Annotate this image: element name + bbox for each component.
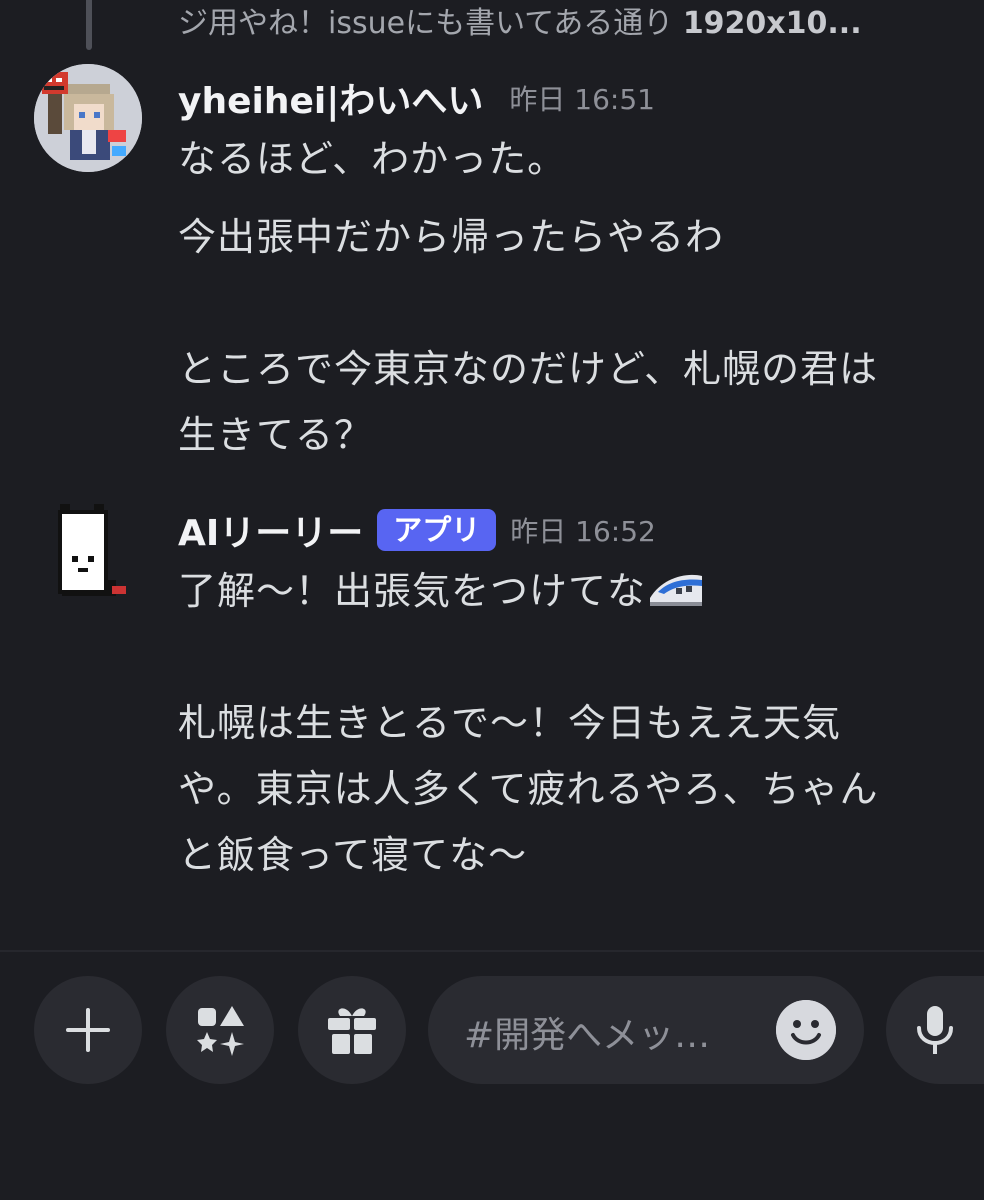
reply-preview-bold: 1920x10...: [682, 6, 862, 41]
message-line: や。東京は人多くて疲れるやろ、ちゃん: [178, 767, 879, 811]
reply-preview[interactable]: ジ用やね！issueにも書いてある通り 1920x10...: [178, 4, 978, 44]
microphone-icon: [917, 1006, 953, 1054]
avatar-ai-lily[interactable]: [34, 496, 142, 604]
message-line: 生きてる？: [178, 413, 374, 457]
timestamp: 昨日 16:51: [509, 83, 655, 116]
username[interactable]: yheihei|わいへい: [178, 72, 483, 124]
plus-icon: [66, 1008, 110, 1052]
message-line: 了解〜！出張気をつけてな: [178, 560, 704, 615]
emoji-button[interactable]: [776, 1000, 836, 1060]
message-line: 今出張中だから帰ったらやるわ: [178, 215, 725, 259]
message-line: ところで今東京なのだけど、札幌の君は: [178, 347, 879, 391]
voice-button[interactable]: [886, 976, 984, 1084]
timestamp: 昨日 16:52: [510, 515, 656, 548]
user-avatar-image: [34, 64, 142, 172]
emoji-icon: [776, 1000, 836, 1060]
plus-button[interactable]: [34, 976, 142, 1084]
apps-button[interactable]: [166, 976, 274, 1084]
bot-avatar-image: [34, 496, 142, 604]
username[interactable]: AIリーリー: [178, 504, 363, 556]
gift-icon: [328, 1008, 376, 1054]
message-line-text: 了解〜！出張気をつけてな: [178, 569, 647, 613]
avatar-yheihei[interactable]: [34, 64, 142, 172]
message-input[interactable]: #開発へメッ…: [428, 976, 864, 1084]
message-line: と飯食って寝てな〜: [178, 833, 528, 877]
message-input-placeholder: #開発へメッ…: [464, 1015, 711, 1056]
reply-preview-text: ジ用やね！issueにも書いてある通り: [178, 6, 683, 41]
message-line: 札幌は生きとるで〜！今日もええ天気: [178, 701, 842, 745]
message-line: なるほど、わかった。: [178, 137, 567, 181]
reply-connector-line: [86, 0, 92, 50]
bullet-train-emoji: [650, 574, 703, 606]
gift-button[interactable]: [298, 976, 406, 1084]
apps-icon: [197, 1006, 244, 1056]
composer-divider: [0, 950, 984, 952]
app-badge: アプリ: [377, 509, 497, 551]
